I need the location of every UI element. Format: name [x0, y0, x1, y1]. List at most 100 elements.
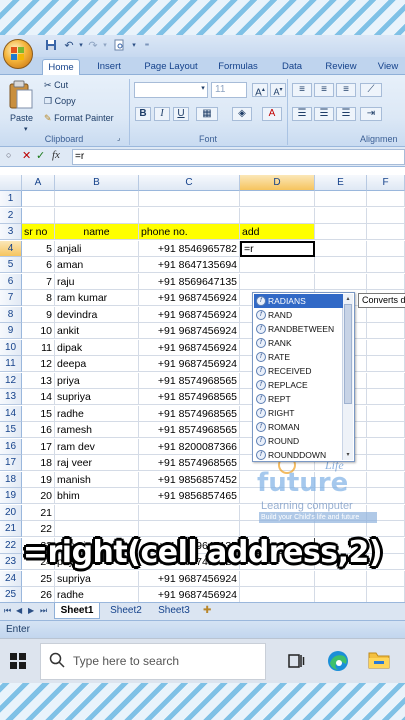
- save-icon[interactable]: [44, 39, 58, 53]
- insert-sheet-icon[interactable]: ✚: [203, 604, 211, 618]
- row-header[interactable]: 4: [0, 240, 22, 257]
- cell-sr-no[interactable]: 11: [22, 339, 55, 356]
- cell-phone[interactable]: +91 8647135694: [139, 257, 240, 273]
- cell[interactable]: [367, 191, 405, 207]
- cell-sr-no[interactable]: 14: [22, 389, 55, 405]
- cell-phone[interactable]: +91 8546965782: [139, 240, 240, 257]
- cell-phone[interactable]: +91 9687456924: [139, 356, 240, 372]
- cell[interactable]: [315, 257, 367, 273]
- cell[interactable]: [22, 207, 55, 224]
- print-dropdown-icon[interactable]: ▾: [127, 39, 141, 53]
- row-header[interactable]: 3: [0, 224, 22, 240]
- cell[interactable]: [367, 224, 405, 240]
- tab-formulas[interactable]: Formulas: [212, 59, 264, 75]
- paste-button[interactable]: Paste: [10, 112, 33, 124]
- autocomplete-item[interactable]: f RECEIVED: [254, 364, 343, 378]
- cell-add[interactable]: [240, 587, 315, 603]
- fill-color-icon[interactable]: ◈: [232, 107, 252, 121]
- cell[interactable]: [315, 504, 367, 521]
- active-cell-d4[interactable]: =r: [240, 240, 315, 257]
- cell-phone[interactable]: +91 9687456924: [139, 339, 240, 356]
- cell[interactable]: [367, 273, 405, 290]
- copy-button[interactable]: ❐ Copy: [44, 95, 76, 107]
- cell-sr-no[interactable]: 21: [22, 504, 55, 521]
- cell[interactable]: [367, 405, 405, 422]
- cell[interactable]: [139, 191, 240, 207]
- cell-name[interactable]: anjali: [55, 240, 139, 257]
- cell[interactable]: [367, 587, 405, 603]
- cell-phone[interactable]: +91 8574968565: [139, 405, 240, 422]
- cell[interactable]: [367, 356, 405, 372]
- last-sheet-icon[interactable]: ⏭: [40, 603, 47, 619]
- cell[interactable]: [55, 191, 139, 207]
- cell[interactable]: [55, 207, 139, 224]
- cell-sr-no[interactable]: 9: [22, 306, 55, 323]
- row-header[interactable]: 15: [0, 422, 22, 438]
- autocomplete-item[interactable]: f RANDBETWEEN: [254, 322, 343, 336]
- column-header-e[interactable]: E: [315, 175, 367, 191]
- cell-sr-no[interactable]: 26: [22, 587, 55, 603]
- align-top-icon[interactable]: ≡: [292, 83, 312, 97]
- cell-name[interactable]: radhe: [55, 587, 139, 603]
- row-header[interactable]: 8: [0, 306, 22, 323]
- shrink-font-icon[interactable]: A▾: [270, 83, 286, 97]
- align-bottom-icon[interactable]: ≡: [336, 83, 356, 97]
- column-header-c[interactable]: C: [139, 175, 240, 191]
- tab-page-layout[interactable]: Page Layout: [138, 59, 204, 75]
- cell[interactable]: [367, 323, 405, 339]
- cell-phone[interactable]: [139, 504, 240, 521]
- insert-function-icon[interactable]: fx: [52, 149, 60, 161]
- header-cell-add[interactable]: add: [240, 224, 315, 240]
- prev-sheet-icon[interactable]: ◀: [16, 603, 22, 619]
- row-header[interactable]: 20: [0, 504, 22, 521]
- autocomplete-item[interactable]: f RAND: [254, 308, 343, 322]
- file-explorer-icon[interactable]: [368, 650, 390, 670]
- row-header[interactable]: 13: [0, 389, 22, 405]
- autocomplete-item[interactable]: f ROMAN: [254, 420, 343, 434]
- cell[interactable]: [367, 438, 405, 455]
- cell[interactable]: [315, 191, 367, 207]
- name-box-grip-icon[interactable]: ○: [6, 150, 11, 160]
- column-header-f[interactable]: F: [367, 175, 405, 191]
- row-header[interactable]: 7: [0, 290, 22, 306]
- cell[interactable]: [367, 504, 405, 521]
- format-painter-button[interactable]: ✎ Format Painter: [44, 112, 114, 124]
- cell-phone[interactable]: +91 9687456924: [139, 306, 240, 323]
- font-name-field[interactable]: [134, 82, 208, 98]
- cell-phone[interactable]: +91 8574968565: [139, 422, 240, 438]
- cell-name[interactable]: ram dev: [55, 438, 139, 455]
- cut-button[interactable]: ✂ Cut: [44, 79, 68, 91]
- cell-name[interactable]: bhim: [55, 488, 139, 504]
- sheet-tab-3[interactable]: Sheet3: [152, 603, 196, 619]
- cell-phone[interactable]: +91 8569647135: [139, 273, 240, 290]
- cell-name[interactable]: ankit: [55, 323, 139, 339]
- cell-name[interactable]: devindra: [55, 306, 139, 323]
- cell-add[interactable]: [240, 257, 315, 273]
- cell[interactable]: [315, 240, 367, 257]
- cell-sr-no[interactable]: 12: [22, 356, 55, 372]
- cell[interactable]: [367, 389, 405, 405]
- cell[interactable]: [22, 191, 55, 207]
- align-left-icon[interactable]: ☰: [292, 107, 312, 121]
- first-sheet-icon[interactable]: ⏮: [4, 603, 11, 619]
- cell-add[interactable]: [240, 488, 315, 504]
- cell[interactable]: [315, 488, 367, 504]
- cell[interactable]: [315, 207, 367, 224]
- autocomplete-item[interactable]: f ROUNDDOWN: [254, 448, 343, 462]
- row-header[interactable]: 18: [0, 471, 22, 488]
- cell-sr-no[interactable]: 10: [22, 323, 55, 339]
- task-view-icon[interactable]: [287, 652, 305, 670]
- cell-sr-no[interactable]: 6: [22, 257, 55, 273]
- cell-sr-no[interactable]: 5: [22, 240, 55, 257]
- autocomplete-item[interactable]: f RIGHT: [254, 406, 343, 420]
- cell-phone[interactable]: +91 8200087366: [139, 438, 240, 455]
- cell[interactable]: [139, 207, 240, 224]
- row-header[interactable]: 11: [0, 356, 22, 372]
- sheet-tab-2[interactable]: Sheet2: [104, 603, 148, 619]
- align-center-icon[interactable]: ☰: [314, 107, 334, 121]
- cell-name[interactable]: dipak: [55, 339, 139, 356]
- tab-data[interactable]: Data: [272, 59, 312, 75]
- header-cell-name[interactable]: name: [55, 224, 139, 240]
- column-header-d[interactable]: D: [240, 175, 315, 191]
- row-header[interactable]: 6: [0, 273, 22, 290]
